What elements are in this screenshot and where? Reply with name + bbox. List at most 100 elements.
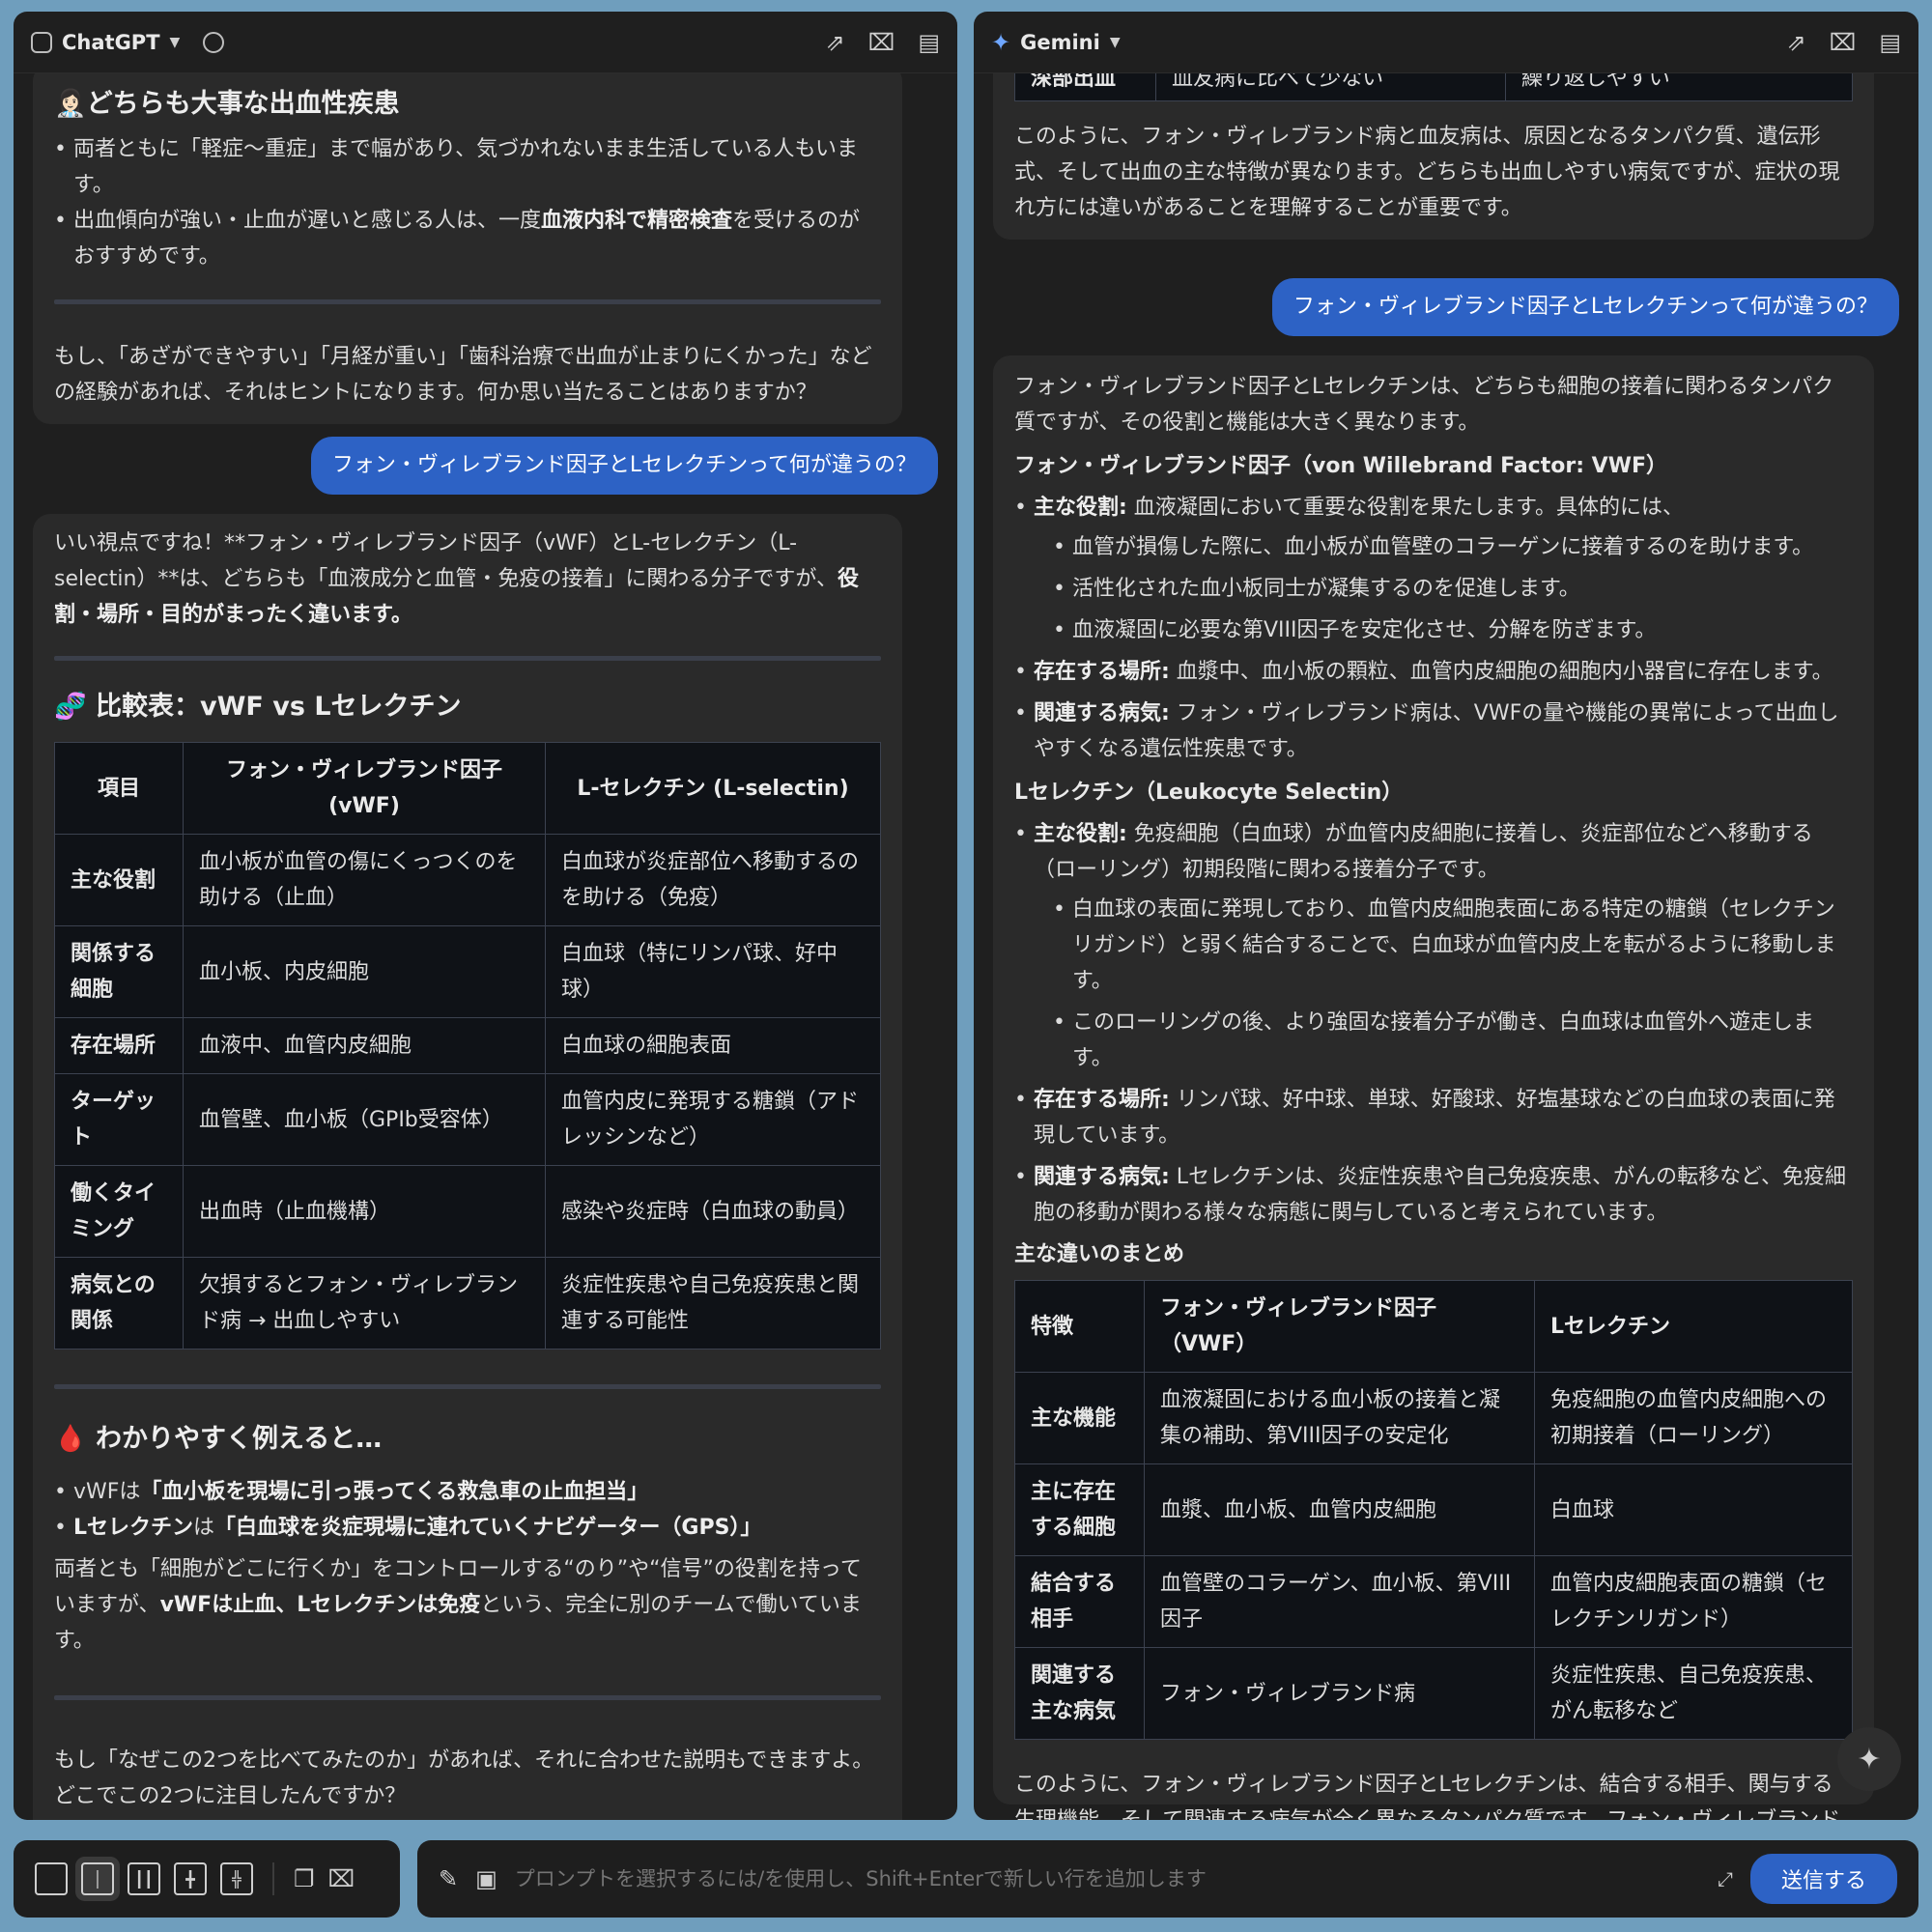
- table-cell: 白血球（特にリンパ球、好中球）: [545, 925, 881, 1018]
- section-heading: フォン・ヴィレブランド因子（von Willebrand Factor: VWF…: [1014, 454, 1667, 478]
- table-header: フォン・ヴィレブランド因子（VWF）: [1144, 1280, 1535, 1373]
- table-row: 主に存在する細胞 血漿、血小板、血管内皮細胞 白血球: [1014, 1463, 1853, 1556]
- table-cell: 血小板、内皮細胞: [183, 925, 546, 1018]
- layout-single-icon[interactable]: [35, 1862, 68, 1895]
- table-cell: 血管壁、血小板（GPIb受容体）: [183, 1073, 546, 1166]
- paragraph: このように、フォン・ヴィレブランド因子とLセレクチンは、結合する相手、関与する生…: [1014, 1773, 1840, 1820]
- table-cell: 繰り返しやすい: [1505, 73, 1853, 101]
- table-cell: 血小板が血管の傷にくっつくのを助ける（止血）: [183, 834, 546, 926]
- table-row: 存在場所 血液中、血管内皮細胞 白血球の細胞表面: [54, 1017, 881, 1074]
- table-header: L-セレクチン (L-selectin): [545, 742, 881, 835]
- paragraph: 両者とも「細胞がどこに行くか」をコントロールする“のり”や“信号”の役割を持って…: [54, 1557, 862, 1653]
- gemini-panel: ✦ Gemini ▼ ⇗ ⌧ ▤ 深部出血 血友病に比べて少ない 繰り返しやすい…: [974, 12, 1918, 1820]
- sparkle-icon[interactable]: ✦: [1837, 1727, 1901, 1791]
- notes-icon[interactable]: ▤: [918, 29, 940, 56]
- list-item: 存在する場所: リンパ球、好中球、単球、好酸球、好塩基球などの白血球の表面に発現…: [1014, 1082, 1853, 1153]
- image-icon[interactable]: ▣: [475, 1865, 497, 1892]
- layout-quad-icon[interactable]: ╋: [174, 1862, 207, 1895]
- layout-six-grid-icon[interactable]: ╬: [220, 1862, 253, 1895]
- table-row: 主な役割 血小板が血管の傷にくっつくのを助ける（止血） 白血球が炎症部位へ移動するの…: [54, 834, 881, 926]
- table-cell: 関連する主な病気: [1014, 1647, 1145, 1740]
- table-cell: 出血時（止血機構）: [183, 1165, 546, 1258]
- table-cell: 白血球: [1534, 1463, 1853, 1556]
- table-cell: 主に存在する細胞: [1014, 1463, 1145, 1556]
- chatgpt-header: ChatGPT ▼ ⇗ ⌧ ▤: [14, 12, 957, 73]
- section-heading: 🧬 比較表：vWF vs Lセレクチン: [54, 692, 462, 722]
- paragraph: フォン・ヴィレブランド因子とLセレクチンは、どちらも細胞の接着に関わるタンパク質…: [1014, 375, 1834, 435]
- table-cell: 感染や炎症時（白血球の動員）: [545, 1165, 881, 1258]
- table-row: 関係する細胞 血小板、内皮細胞 白血球（特にリンパ球、好中球）: [54, 925, 881, 1018]
- table-header: Lセレクチン: [1534, 1280, 1853, 1373]
- notes-icon[interactable]: ▤: [1879, 29, 1901, 56]
- table-cell: 欠損するとフォン・ヴィレブランド病 → 出血しやすい: [183, 1257, 546, 1350]
- paragraph: もし「なぜこの2つを比べてみたのか」があれば、それに合わせた説明もできますよ。ど…: [54, 1748, 874, 1808]
- list-item: 関連する病気: Lセレクチンは、炎症性疾患や自己免疫疾患、がんの転移など、免疫細…: [1014, 1159, 1853, 1231]
- gemini-conversation[interactable]: 深部出血 血友病に比べて少ない 繰り返しやすい このように、フォン・ヴィレブラン…: [974, 73, 1918, 1820]
- table-cell: 病気との関係: [54, 1257, 184, 1350]
- paragraph: もし、「あざができやすい」「月経が重い」「歯科治療で出血が止まりにくかった」など…: [54, 345, 872, 405]
- assistant-message: いい視点ですね！**フォン・ヴィレブランド因子（vWF）とL-セレクチン（L-s…: [33, 514, 902, 1820]
- list-item: vWFは「血小板を現場に引っ張ってくる救急車の止血担当」: [54, 1474, 881, 1510]
- list-item: 存在する場所: 血漿中、血小板の顆粒、血管内皮細胞の細胞内小器官に存在します。: [1014, 654, 1853, 690]
- list-item: 白血球の表面に発現しており、血管内皮細胞表面にある特定の糖鎖（セレクチンリガンド…: [1014, 892, 1853, 999]
- magic-wand-icon[interactable]: ✎: [439, 1865, 458, 1892]
- table-cell: 炎症性疾患や自己免疫疾患と関連する可能性: [545, 1257, 881, 1350]
- assistant-message: 👩🏻‍⚕️どちらも大事な出血性疾患 両者ともに「軽症〜重症」まで幅があり、気づか…: [33, 73, 902, 424]
- table-cell: フォン・ヴィレブランド病: [1144, 1647, 1535, 1740]
- table-row: 深部出血 血友病に比べて少ない 繰り返しやすい: [1014, 73, 1853, 101]
- prompt-bar: ✎ ▣ ⤢ 送信する: [417, 1840, 1918, 1918]
- table-header: 項目: [54, 742, 184, 835]
- table-row: 主な機能 血液凝固における血小板の接着と凝集の補助、第VIII因子の安定化 免疫細胞…: [1014, 1372, 1853, 1464]
- section-heading: 主な違いのまとめ: [1014, 1242, 1185, 1266]
- table-row: 関連する主な病気 フォン・ヴィレブランド病 炎症性疾患、自己免疫疾患、がん転移など: [1014, 1647, 1853, 1740]
- globe-icon[interactable]: [203, 31, 225, 53]
- table-cell: 血管内皮に発現する糖鎖（アドレッシンなど）: [545, 1073, 881, 1166]
- prompt-input[interactable]: [514, 1867, 1700, 1890]
- user-message: フォン・ヴィレブランド因子とLセレクチンって何が違うの？: [310, 437, 938, 495]
- model-selector[interactable]: ✦ Gemini ▼: [991, 29, 1121, 56]
- table-cell: 血管内皮細胞表面の糖鎖（セレクチンリガンド）: [1534, 1555, 1853, 1648]
- comparison-table: 深部出血 血友病に比べて少ない 繰り返しやすい: [1014, 73, 1853, 101]
- table-cell: ターゲット: [54, 1073, 184, 1166]
- gemini-sparkle-icon: ✦: [991, 28, 1011, 56]
- table-cell: 主な役割: [54, 834, 184, 926]
- chevron-down-icon: ▼: [169, 34, 181, 50]
- share-icon[interactable]: ⇗: [826, 29, 845, 56]
- section-heading: 👩🏻‍⚕️どちらも大事な出血性疾患: [54, 89, 400, 119]
- gemini-header: ✦ Gemini ▼ ⇗ ⌧ ▤: [974, 12, 1918, 73]
- list-item: Lセレクチンは「白血球を炎症現場に連れていくナビゲーター（GPS）」: [54, 1510, 881, 1546]
- table-cell: 関係する細胞: [54, 925, 184, 1018]
- table-cell: 白血球が炎症部位へ移動するのを助ける（免疫）: [545, 834, 881, 926]
- layout-three-column-icon[interactable]: ┃┃: [128, 1862, 160, 1895]
- chatgpt-logo-icon: [31, 31, 52, 53]
- table-cell: 主な機能: [1014, 1372, 1145, 1464]
- broom-icon[interactable]: ⌧: [868, 29, 895, 56]
- table-header: 特徴: [1014, 1280, 1145, 1373]
- section-heading: 🩸 わかりやすく例えると…: [54, 1424, 383, 1454]
- user-message: フォン・ヴィレブランド因子とLセレクチンって何が違うの？: [1271, 278, 1899, 336]
- table-cell: 血友病に比べて少ない: [1155, 73, 1506, 101]
- chatgpt-conversation[interactable]: 👩🏻‍⚕️どちらも大事な出血性疾患 両者ともに「軽症〜重症」まで幅があり、気づか…: [14, 73, 957, 1820]
- list-item: このローリングの後、より強固な接着分子が働き、白血球は血管外へ遊走します。: [1014, 1005, 1853, 1076]
- divider: [54, 656, 881, 661]
- copy-icon[interactable]: ❐: [294, 1865, 315, 1892]
- broom-icon[interactable]: ⌧: [1830, 29, 1857, 56]
- expand-icon[interactable]: ⤢: [1718, 1867, 1733, 1890]
- paragraph: いい視点ですね！**フォン・ヴィレブランド因子（vWF）とL-セレクチン（L-s…: [54, 531, 859, 627]
- model-selector[interactable]: ChatGPT ▼: [31, 31, 180, 54]
- table-cell: 深部出血: [1014, 73, 1156, 101]
- assistant-message: 深部出血 血友病に比べて少ない 繰り返しやすい このように、フォン・ヴィレブラン…: [993, 73, 1874, 240]
- table-row: 病気との関係 欠損するとフォン・ヴィレブランド病 → 出血しやすい 炎症性疾患や自己…: [54, 1257, 881, 1350]
- list-item: 活性化された血小板同士が凝集するのを促進します。: [1014, 571, 1853, 607]
- table-cell: 結合する相手: [1014, 1555, 1145, 1648]
- send-button[interactable]: 送信する: [1749, 1854, 1897, 1904]
- table-header-row: 特徴 フォン・ヴィレブランド因子（VWF） Lセレクチン: [1014, 1280, 1853, 1373]
- table-cell: 血液凝固における血小板の接着と凝集の補助、第VIII因子の安定化: [1144, 1372, 1535, 1464]
- table-cell: 免疫細胞の血管内皮細胞への初期接着（ローリング）: [1534, 1372, 1853, 1464]
- list-item: 血管が損傷した際に、血小板が血管壁のコラーゲンに接着するのを助けます。: [1014, 529, 1853, 565]
- layout-two-column-icon[interactable]: │: [81, 1862, 114, 1895]
- broom-icon[interactable]: ⌧: [328, 1865, 355, 1892]
- share-icon[interactable]: ⇗: [1787, 29, 1806, 56]
- divider: [54, 299, 881, 304]
- comparison-table: 項目 フォン・ヴィレブランド因子 (vWF) L-セレクチン (L-select…: [54, 742, 881, 1350]
